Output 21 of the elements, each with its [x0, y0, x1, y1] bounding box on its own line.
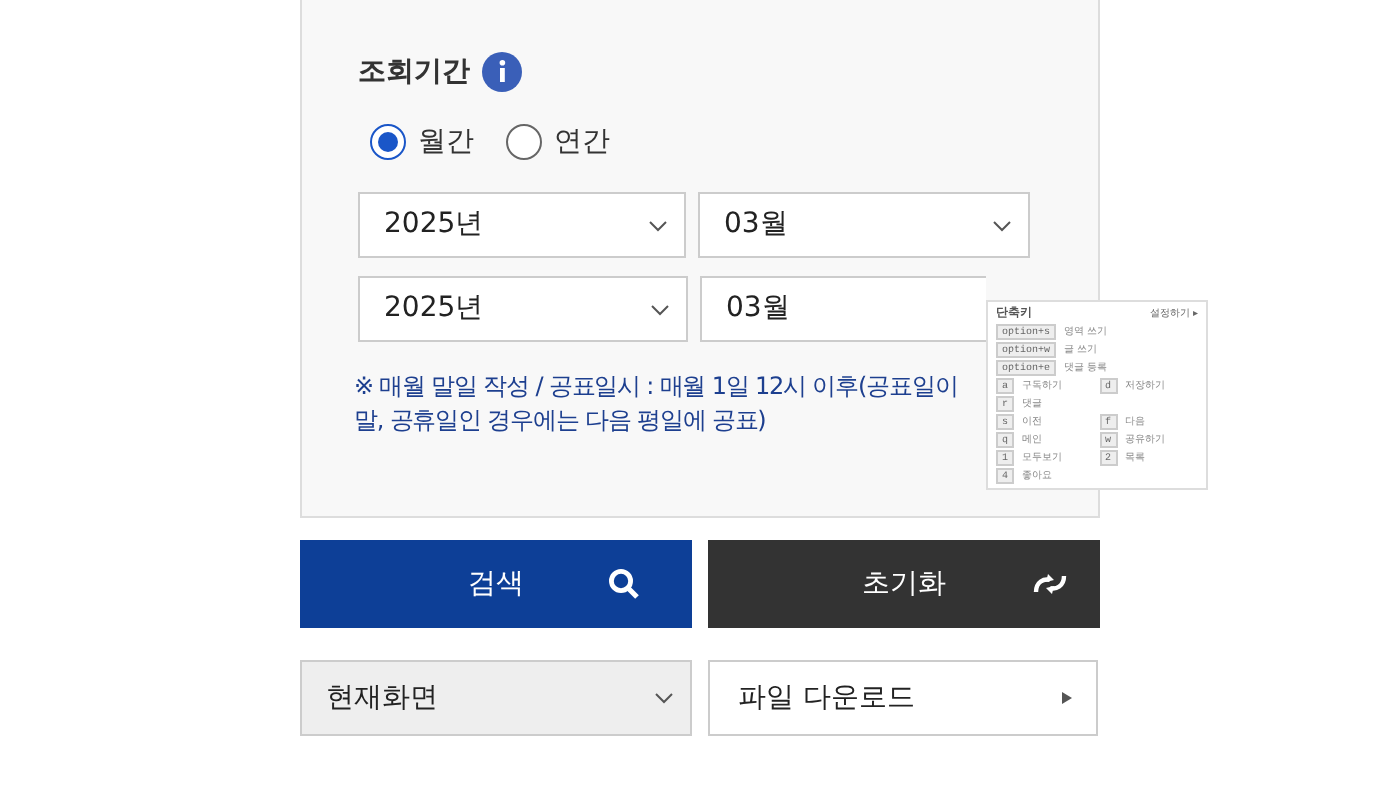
info-icon [482, 52, 522, 92]
chevron-down-icon [648, 219, 668, 231]
reset-button[interactable]: 초기화 [708, 540, 1100, 628]
notice-text: ※ 매월 말일 작성 / 공표일시 : 매월 1일 12시 이후(공표일이 [354, 370, 958, 404]
month-select[interactable]: 03월 [700, 276, 986, 342]
view-select[interactable]: 현재화면 [300, 660, 692, 736]
section-title: 조회기간 [358, 53, 470, 91]
chevron-down-icon [654, 692, 674, 704]
chevron-down-icon [992, 219, 1012, 231]
notice-text: 말, 공휴일인 경우에는 다음 평일에 공표) [354, 404, 766, 438]
search-icon [608, 568, 640, 600]
chevron-down-icon [650, 303, 670, 315]
radio-option[interactable]: 연간 [506, 121, 610, 163]
download-button[interactable]: 파일 다운로드 [708, 660, 1098, 736]
search-button[interactable]: 검색 [300, 540, 692, 628]
refresh-icon [1032, 570, 1068, 598]
radio-option[interactable]: 월간 [370, 121, 474, 163]
year-select[interactable]: 2025년 [358, 276, 688, 342]
triangle-right-icon [1062, 692, 1072, 704]
month-select[interactable]: 03월 [698, 192, 1030, 258]
year-select[interactable]: 2025년 [358, 192, 686, 258]
